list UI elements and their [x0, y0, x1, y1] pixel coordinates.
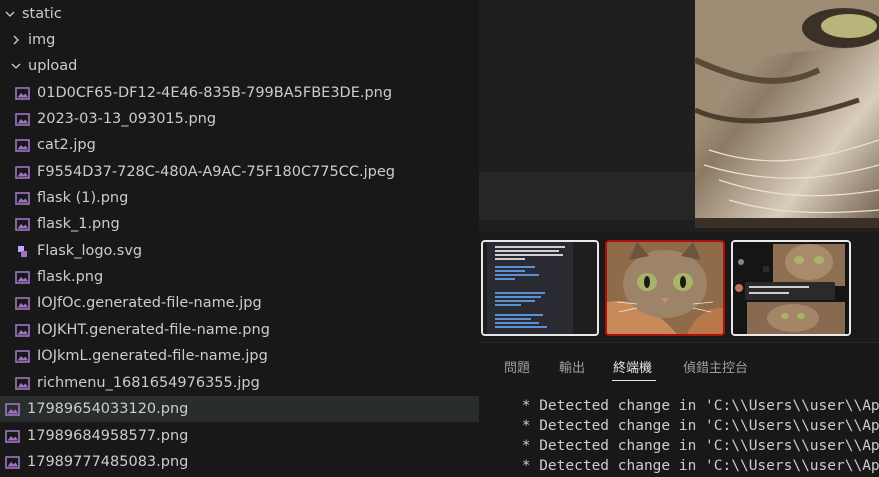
terminal-line: * Detected change in 'C:\\Users\\user\\A… — [513, 438, 879, 454]
folder-label: static — [22, 6, 62, 22]
file-item[interactable]: 17989684958577.png — [0, 423, 479, 449]
image-file-icon — [15, 323, 30, 337]
file-name: 2023-03-13_093015.png — [37, 111, 217, 127]
terminal-line: * Detected change in 'C:\\Users\\user\\A… — [513, 418, 879, 434]
image-file-icon — [15, 191, 30, 205]
image-file-icon — [5, 455, 20, 469]
file-item[interactable]: flask (1).png — [0, 185, 479, 211]
image-file-icon — [15, 270, 30, 284]
terminal-line: * Detected change in 'C:\\Users\\user\\A… — [513, 458, 879, 474]
tab-debug-console[interactable]: 偵錯主控台 — [683, 357, 748, 376]
file-item[interactable]: 17989777485083.png — [0, 449, 479, 475]
thumbnail-image — [607, 242, 723, 334]
image-file-icon — [15, 296, 30, 310]
file-name: richmenu_1681654976355.jpg — [37, 375, 260, 391]
image-file-icon — [15, 165, 30, 179]
image-file-icon — [5, 429, 20, 443]
file-name: 17989684958577.png — [27, 428, 189, 444]
file-item[interactable]: 01D0CF65-DF12-4E46-835B-799BA5FBE3DE.png — [0, 80, 479, 106]
svg-file-icon — [18, 245, 27, 257]
thumbnail-image — [483, 242, 597, 334]
chevron-right-icon — [10, 34, 22, 46]
image-file-icon — [15, 86, 30, 100]
file-name: 17989777485083.png — [27, 454, 189, 470]
cat-photo — [479, 0, 879, 232]
folder-label: upload — [28, 58, 78, 74]
active-tab-indicator — [612, 380, 656, 381]
panel-tabs: 問題 輸出 終端機 偵錯主控台 — [479, 343, 879, 387]
file-name: flask_1.png — [37, 216, 120, 232]
file-name: IOJfOc.generated-file-name.jpg — [37, 295, 262, 311]
file-name: 01D0CF65-DF12-4E46-835B-799BA5FBE3DE.png — [37, 85, 393, 101]
image-file-icon — [15, 138, 30, 152]
tab-terminal[interactable]: 終端機 — [613, 357, 652, 376]
file-item[interactable]: richmenu_1681654976355.jpg — [0, 370, 479, 396]
file-name: flask (1).png — [37, 190, 129, 206]
file-item[interactable]: cat2.jpg — [0, 132, 479, 158]
terminal-line: * Detected change in 'C:\\Users\\user\\A… — [513, 398, 879, 414]
file-name: Flask_logo.svg — [37, 243, 143, 259]
file-item[interactable]: IOJfOc.generated-file-name.jpg — [0, 290, 479, 316]
folder-static[interactable]: static — [0, 1, 479, 27]
chevron-down-icon — [4, 8, 16, 20]
image-file-icon — [15, 217, 30, 231]
file-name: cat2.jpg — [37, 137, 96, 153]
thumbnail-image — [733, 242, 849, 334]
tab-problems[interactable]: 問題 — [504, 357, 530, 376]
file-item[interactable]: IOJkmL.generated-file-name.jpg — [0, 343, 479, 369]
folder-img[interactable]: img — [0, 27, 479, 53]
tab-output[interactable]: 輸出 — [559, 357, 585, 376]
bottom-panel: 問題 輸出 終端機 偵錯主控台 * Detected change in 'C:… — [479, 342, 879, 477]
file-item-selected[interactable]: 17989654033120.png — [0, 396, 479, 422]
file-explorer: static img upload 01D0CF65-DF12-4E46-835… — [0, 0, 479, 477]
file-item[interactable]: flask.png — [0, 264, 479, 290]
folder-label: img — [28, 32, 56, 48]
file-name: F9554D37-728C-480A-A9AC-75F180C775CC.jpe… — [37, 164, 395, 180]
image-preview — [479, 0, 879, 232]
file-name: IOJkmL.generated-file-name.jpg — [37, 348, 268, 364]
image-file-icon — [15, 112, 30, 126]
thumbnail-strip — [479, 232, 879, 342]
folder-upload[interactable]: upload — [0, 53, 479, 79]
file-name: 17989654033120.png — [27, 401, 189, 417]
image-file-icon — [15, 376, 30, 390]
file-item[interactable]: flask_1.png — [0, 211, 479, 237]
image-file-icon — [5, 402, 20, 416]
chevron-down-icon — [10, 60, 22, 72]
file-item[interactable]: Flask_logo.svg — [0, 238, 479, 264]
thumbnail-chat-screenshot[interactable] — [481, 240, 599, 336]
file-item[interactable]: 2023-03-13_093015.png — [0, 106, 479, 132]
thumbnail-chat-with-cat[interactable] — [731, 240, 851, 336]
image-file-icon — [15, 349, 30, 363]
thumbnail-cat-photo-selected[interactable] — [605, 240, 725, 336]
file-item[interactable]: F9554D37-728C-480A-A9AC-75F180C775CC.jpe… — [0, 159, 479, 185]
file-name: IOJKHT.generated-file-name.png — [37, 322, 270, 338]
file-item[interactable]: IOJKHT.generated-file-name.png — [0, 317, 479, 343]
file-name: flask.png — [37, 269, 104, 285]
